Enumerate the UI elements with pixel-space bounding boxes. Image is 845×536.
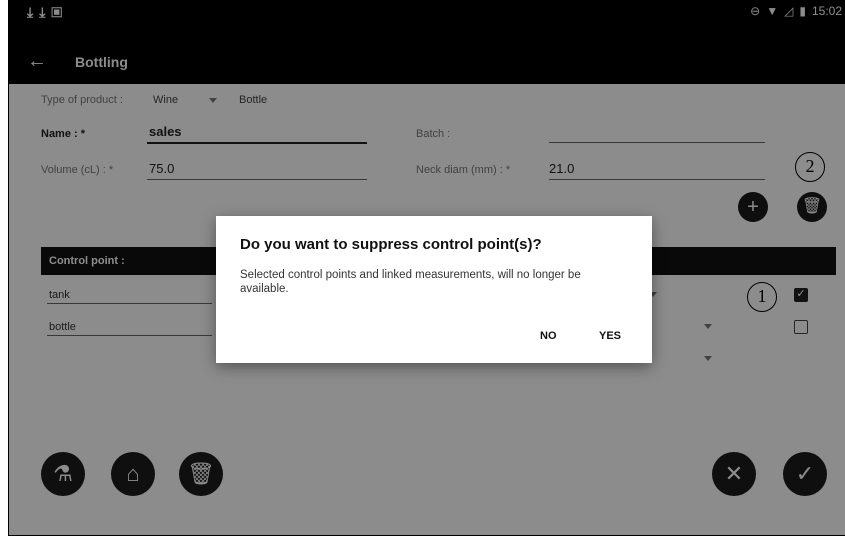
confirm-dialog: Do you want to suppress control point(s)… [216, 216, 652, 363]
dialog-message: Selected control points and linked measu… [240, 269, 581, 295]
app-frame: ⤓⤓▣ ⊖ ▼ ◿ ▮ 15:02 ← Bottling Type of pro… [8, 0, 845, 536]
yes-button[interactable]: YES [599, 330, 621, 342]
no-button[interactable]: NO [540, 330, 557, 342]
dialog-title: Do you want to suppress control point(s)… [240, 236, 542, 253]
